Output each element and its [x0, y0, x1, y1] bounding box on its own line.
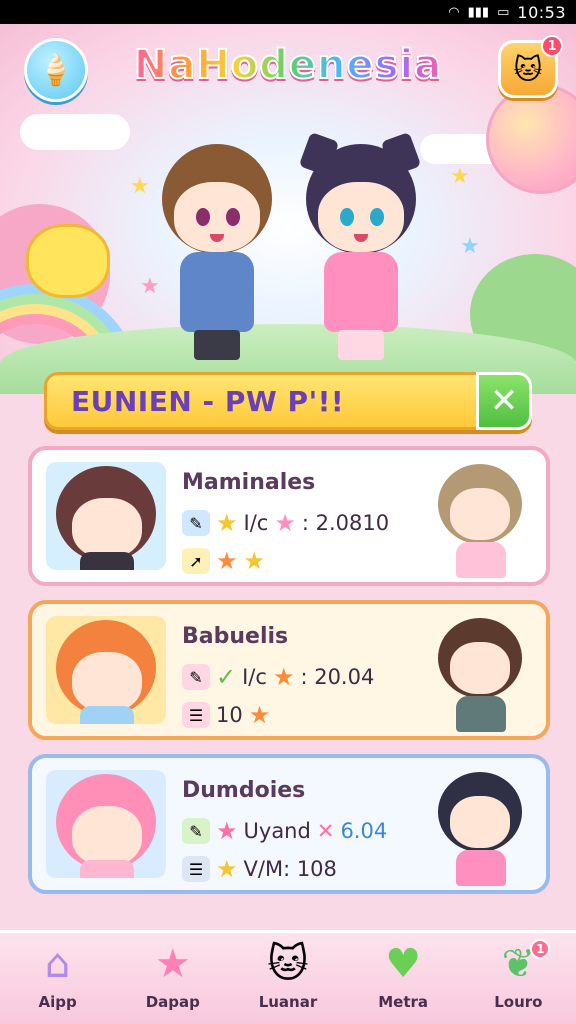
character-card[interactable]: Maminales ✎ ★ I/c ★ : 2.0810 ➚ ★ ★	[28, 446, 550, 586]
star-icon: ★	[216, 509, 238, 537]
tab-home[interactable]: ⌂ Aipp	[8, 939, 108, 1011]
tab-star[interactable]: ★ Dapap	[123, 939, 223, 1011]
tab-label: Aipp	[38, 993, 77, 1011]
tab-label: Metra	[378, 993, 429, 1011]
stat-label: I/c	[242, 665, 267, 689]
cat-face-icon: 🐱	[513, 52, 543, 86]
card-rating-row: ☰ 10 ★	[182, 702, 270, 728]
star-icon: ★	[130, 174, 150, 199]
banner-close-button[interactable]: ✕	[476, 372, 532, 430]
hero-character-girl	[296, 131, 426, 364]
cat-mascot-icon	[26, 224, 110, 298]
star-icon: ★	[248, 701, 271, 729]
bottom-tab-bar: ⌂ Aipp ★ Dapap 🐱 Luanar ♥ Metra ❦ Louro …	[0, 930, 576, 1024]
tab-pet[interactable]: 🐱 Luanar	[238, 939, 338, 1011]
star-icon: ★	[274, 509, 296, 537]
tab-badge: 1	[530, 939, 551, 959]
tab-label: Luanar	[258, 993, 318, 1011]
card-rating-row: ☰ ★ V/M: 108	[182, 856, 337, 882]
card-title: Maminales	[182, 470, 316, 495]
tab-label: Dapap	[145, 993, 200, 1011]
tab-leaf[interactable]: ❦ Louro 1	[468, 939, 568, 1011]
character-card[interactable]: Dumdoies ✎ ★ Uyand ✕ 6.04 ☰ ★ V/M: 108	[28, 754, 550, 894]
signal-icon: ▮▮▮	[467, 4, 490, 20]
character-portrait	[46, 770, 166, 878]
stat-label: I/c	[243, 511, 269, 535]
card-stat-row: ✎ ★ Uyand ✕ 6.04	[182, 818, 387, 844]
character-portrait	[46, 462, 166, 570]
event-banner[interactable]: EUNIEN - PW P'!! ✕	[44, 372, 532, 430]
house-icon: ⌂	[44, 941, 71, 987]
stat-value: : 2.0810	[301, 511, 390, 535]
banner-text: EUNIEN - PW P'!!	[71, 385, 345, 418]
card-stat-row: ✎ ★ I/c ★ : 2.0810	[182, 510, 389, 536]
star-icon: ★	[460, 234, 480, 259]
notification-badge: 1	[541, 35, 563, 57]
list-icon: ☰	[182, 856, 210, 882]
tab-heart[interactable]: ♥ Metra	[353, 939, 453, 1011]
star-icon: ★	[216, 855, 238, 883]
star-icon: ★	[216, 547, 238, 575]
heart-icon: ♥	[385, 941, 422, 987]
stat-value: 6.04	[340, 819, 388, 843]
cloud-decoration	[20, 114, 130, 150]
character-figure	[432, 768, 528, 886]
pencil-icon: ✎	[182, 818, 210, 844]
stat-value: V/M: 108	[243, 857, 337, 881]
hero-character-boy	[152, 144, 282, 364]
notifications-button[interactable]: 🐱 1	[498, 35, 563, 98]
app-logo-button[interactable]: 🍦	[24, 38, 88, 102]
card-title: Dumdoies	[182, 778, 306, 803]
arrow-icon: ➚	[182, 548, 210, 574]
character-figure	[432, 460, 528, 578]
balloon-decoration	[486, 84, 576, 194]
character-portrait	[46, 616, 166, 724]
ice-cream-icon: 🍦	[37, 52, 75, 88]
stat-value: : 20.04	[300, 665, 375, 689]
app-title: NaHodenesia	[130, 41, 446, 98]
star-icon: ★	[216, 817, 238, 845]
star-icon: ★	[272, 663, 295, 691]
card-stat-row: ✎ ✓ I/c ★ : 20.04	[182, 664, 374, 690]
star-icon: ★	[450, 164, 470, 189]
character-figure	[432, 614, 528, 732]
stat-label: Uyand	[243, 819, 311, 843]
close-icon: ✕	[489, 381, 519, 421]
character-card[interactable]: Babuelis ✎ ✓ I/c ★ : 20.04 ☰ 10 ★	[28, 600, 550, 740]
cat-icon: 🐱	[267, 941, 309, 987]
stat-value: 10	[216, 703, 243, 727]
wand-icon: ✎	[182, 510, 210, 536]
tab-label: Louro	[494, 993, 543, 1011]
status-bar: ◠ ▮▮▮ ▭ 10:53	[0, 0, 576, 24]
x-icon: ✕	[316, 819, 335, 843]
pencil-icon: ✎	[182, 664, 210, 690]
wifi-icon: ◠	[448, 4, 460, 20]
status-time: 10:53	[517, 2, 566, 22]
card-title: Babuelis	[182, 624, 289, 649]
list-icon: ☰	[182, 702, 210, 728]
battery-icon: ▭	[497, 4, 510, 20]
card-rating-row: ➚ ★ ★	[182, 548, 265, 574]
star-icon: ★	[243, 547, 266, 575]
star-icon: ★	[154, 941, 191, 987]
check-icon: ✓	[216, 663, 237, 691]
